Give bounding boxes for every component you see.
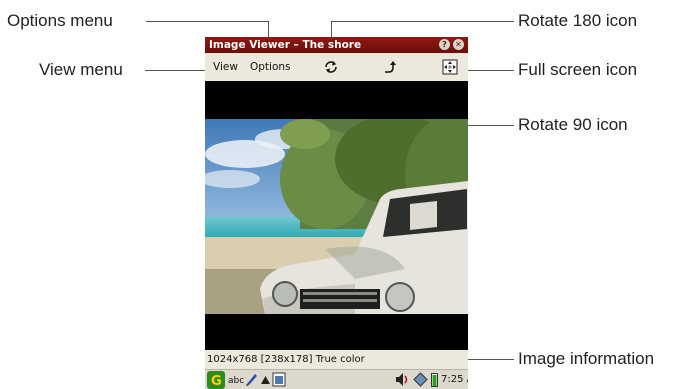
image-viewer-canvas [205, 81, 468, 350]
shore-photo [205, 119, 468, 314]
title-bar: Image Viewer – The shore ? ✕ [205, 37, 468, 53]
status-bar: G abc 7:25 AM [205, 369, 468, 389]
callout-rotate-180: Rotate 180 icon [518, 11, 638, 30]
image-information: 1024x768 [238x178] True color [205, 350, 468, 369]
battery-icon[interactable] [431, 372, 438, 387]
callout-rotate-90: Rotate 90 icon [518, 115, 628, 134]
leader-rotate-180 [331, 21, 514, 22]
svg-text:G: G [211, 374, 222, 389]
toolbar: View Options [205, 53, 468, 81]
close-icon[interactable]: ✕ [453, 39, 464, 50]
rotate-180-icon[interactable] [322, 58, 340, 76]
callout-image-information: Image information [518, 349, 655, 368]
callout-options-menu: Options menu [7, 11, 113, 30]
task-icon[interactable] [272, 372, 286, 387]
volume-icon[interactable] [395, 372, 410, 387]
callout-view-menu: View menu [39, 60, 123, 79]
start-icon[interactable]: G [207, 371, 225, 389]
options-menu[interactable]: Options [250, 61, 291, 73]
rotate-90-icon[interactable] [381, 58, 399, 76]
clock[interactable]: 7:25 AM [441, 374, 468, 385]
input-method-icon[interactable]: abc [228, 376, 244, 386]
view-menu[interactable]: View [213, 61, 238, 73]
up-arrow-icon[interactable] [261, 376, 270, 384]
image-info-text: 1024x768 [238x178] True color [207, 354, 365, 365]
leader-view-menu [145, 70, 213, 71]
help-icon[interactable]: ? [439, 39, 450, 50]
window-title: Image Viewer – The shore [209, 39, 362, 51]
full-screen-icon[interactable] [441, 58, 459, 76]
pen-icon[interactable] [245, 372, 259, 386]
leader-options-menu [146, 21, 269, 22]
callout-full-screen: Full screen icon [518, 60, 638, 79]
device-screen: Image Viewer – The shore ? ✕ View Option… [205, 37, 468, 389]
connectivity-icon[interactable] [413, 372, 428, 387]
